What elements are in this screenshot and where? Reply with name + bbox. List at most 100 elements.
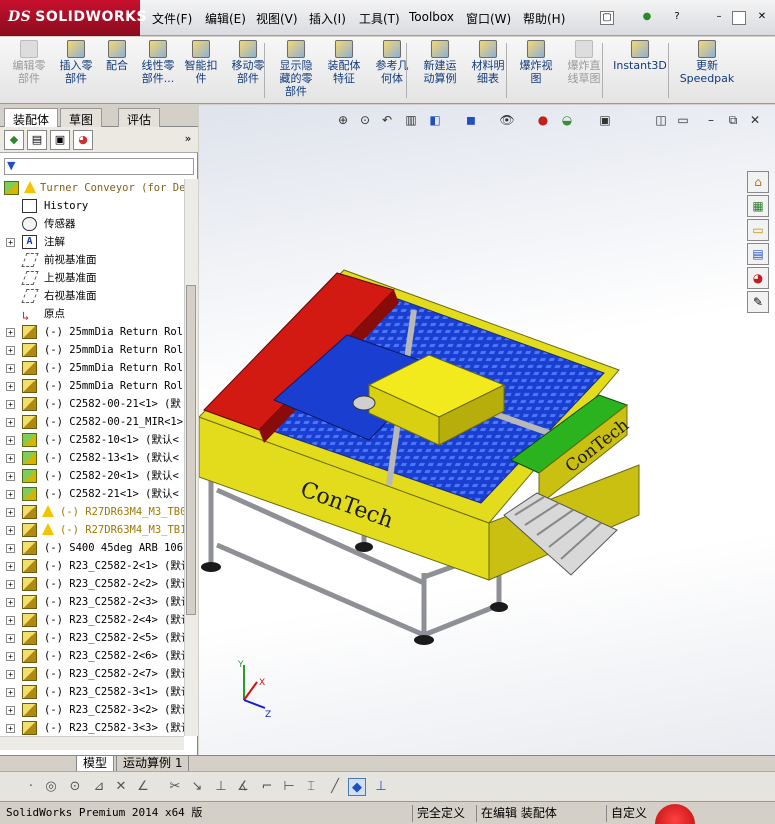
- tree-node[interactable]: + (-) R23_C2582-2<5> (默认: [0, 629, 184, 647]
- expand-toggle-icon[interactable]: +: [6, 526, 15, 535]
- expand-toggle-icon[interactable]: +: [6, 652, 15, 661]
- tree-node[interactable]: + (-) R23_C2582-2<3> (默认: [0, 593, 184, 611]
- tree-node[interactable]: + (-) R23_C2582-2<4> (默认: [0, 611, 184, 629]
- expand-toggle-icon[interactable]: +: [6, 364, 15, 373]
- point-icon[interactable]: ·: [22, 778, 40, 796]
- tree-node[interactable]: + (-) R23_C2582-3<1> (默认: [0, 683, 184, 701]
- menu-item[interactable]: 文件(F): [152, 10, 192, 27]
- shaded-cube-icon[interactable]: ◆: [348, 778, 366, 796]
- tree-node[interactable]: + (-) C2582-00-21<1> (默: [0, 395, 184, 413]
- ribbon-button[interactable]: 显示隐 藏的零 部件: [274, 39, 318, 101]
- tree-node[interactable]: + (-) R23_C2582-3<3> (默认: [0, 719, 184, 736]
- tree-node[interactable]: + (-) 25mmDia Return Roll: [0, 359, 184, 377]
- corner-icon[interactable]: ⌐: [258, 778, 276, 796]
- expand-toggle-icon[interactable]: +: [6, 436, 15, 445]
- expand-toggle-icon[interactable]: +: [6, 328, 15, 337]
- help-icon[interactable]: ?: [670, 11, 684, 25]
- display-manager-icon[interactable]: ◕: [73, 130, 93, 150]
- new-document-icon[interactable]: ▢: [600, 11, 614, 25]
- expand-toggle-icon[interactable]: +: [6, 616, 15, 625]
- line-icon[interactable]: ╱: [326, 778, 344, 796]
- expand-toggle-icon[interactable]: +: [6, 490, 15, 499]
- tree-node[interactable]: + (-) R23_C2582-2<7> (默认: [0, 665, 184, 683]
- tree-node[interactable]: + (-) C2582-00-21_MIR<1>: [0, 413, 184, 431]
- ribbon-button[interactable]: 爆炸视 图: [516, 39, 556, 101]
- status-custom-units[interactable]: 自定义: [606, 805, 651, 822]
- ribbon-button[interactable]: 爆炸直 线草图: [561, 39, 607, 101]
- panel-tab[interactable]: 草图: [60, 108, 103, 127]
- minimize-icon[interactable]: –: [712, 11, 726, 25]
- expand-panel-icon[interactable]: »: [178, 130, 198, 150]
- expand-toggle-icon[interactable]: +: [6, 598, 15, 607]
- panel-tab[interactable]: 评估: [118, 108, 161, 127]
- bottom-tab[interactable]: 模型: [76, 756, 115, 772]
- expand-toggle-icon[interactable]: +: [6, 724, 15, 733]
- horizontal-icon[interactable]: ⌶: [302, 778, 320, 796]
- tree-node[interactable]: + (-) 25mmDia Return Roll: [0, 341, 184, 359]
- tree-scroll-thumb[interactable]: [186, 285, 196, 615]
- tree-node[interactable]: + (-) R23_C2582-2<2> (默认: [0, 575, 184, 593]
- tree-node[interactable]: + (-) C2582-10<1> (默认<: [0, 431, 184, 449]
- expand-toggle-icon[interactable]: +: [6, 508, 15, 517]
- rebuild-icon[interactable]: ●: [640, 11, 654, 25]
- tree-node[interactable]: + (-) C2582-13<1> (默认<: [0, 449, 184, 467]
- menu-item[interactable]: 插入(I): [309, 10, 346, 27]
- expand-toggle-icon[interactable]: +: [6, 688, 15, 697]
- expand-toggle-icon[interactable]: +: [6, 706, 15, 715]
- tree-node[interactable]: + (-) R23_C2582-2<1> (默认: [0, 557, 184, 575]
- tree-node[interactable]: + (-) R27DR63M4_M3_TB1: [0, 521, 184, 539]
- tree-node[interactable]: + (-) C2582-21<1> (默认<: [0, 485, 184, 503]
- tree-horizontal-scrollbar[interactable]: [0, 736, 184, 750]
- tree-node[interactable]: + (-) R27DR63M4_M3_TB0: [0, 503, 184, 521]
- menu-item[interactable]: 窗口(W): [466, 10, 511, 27]
- tree-node[interactable]: Turner Conveyor (for Der: [0, 179, 184, 197]
- rebuild-status-icon[interactable]: [655, 804, 695, 824]
- mirror-icon[interactable]: ⊥: [212, 778, 230, 796]
- normal-to-icon[interactable]: ⊥: [372, 778, 390, 796]
- extend-icon[interactable]: ↘: [188, 778, 206, 796]
- ribbon-button[interactable]: Instant3D: [610, 39, 670, 101]
- angle-icon[interactable]: ∡: [234, 778, 252, 796]
- close-icon[interactable]: ✕: [755, 11, 769, 25]
- tree-filter-input[interactable]: ▼: [4, 158, 194, 175]
- panel-tab[interactable]: 装配体: [4, 108, 59, 128]
- expand-toggle-icon[interactable]: +: [6, 472, 15, 481]
- expand-toggle-icon[interactable]: +: [6, 562, 15, 571]
- tree-node[interactable]: 右视基准面: [0, 287, 184, 305]
- tree-node[interactable]: 传感器: [0, 215, 184, 233]
- tree-node[interactable]: 前视基准面: [0, 251, 184, 269]
- expand-toggle-icon[interactable]: +: [6, 382, 15, 391]
- perpendicular-icon[interactable]: ∠: [134, 778, 152, 796]
- ribbon-button[interactable]: 智能扣 件: [180, 39, 222, 101]
- midpoint-icon[interactable]: ⊙: [66, 778, 84, 796]
- expand-toggle-icon[interactable]: +: [6, 400, 15, 409]
- tree-node[interactable]: History: [0, 197, 184, 215]
- ribbon-button[interactable]: 材料明 细表: [466, 39, 510, 101]
- trim-icon[interactable]: ✂: [166, 778, 184, 796]
- restore-icon[interactable]: [732, 11, 746, 25]
- ribbon-button[interactable]: 编辑零 部件: [6, 39, 52, 101]
- bottom-tab[interactable]: 运动算例 1: [116, 756, 190, 772]
- menu-item[interactable]: 编辑(E): [205, 10, 246, 27]
- ribbon-button[interactable]: 线性零 部件...: [138, 39, 178, 101]
- expand-toggle-icon[interactable]: +: [6, 454, 15, 463]
- ribbon-button[interactable]: 装配体 特征: [322, 39, 366, 101]
- menu-item[interactable]: 视图(V): [256, 10, 298, 27]
- tree-node[interactable]: ↳ 原点: [0, 305, 184, 323]
- menu-item[interactable]: Toolbox: [409, 10, 454, 24]
- tree-node[interactable]: + A 注解: [0, 233, 184, 251]
- property-manager-icon[interactable]: ▤: [27, 130, 47, 150]
- tree-node[interactable]: 上视基准面: [0, 269, 184, 287]
- solidworks-logo[interactable]: DS SOLIDWORKS: [0, 0, 147, 36]
- menu-item[interactable]: 工具(T): [359, 10, 400, 27]
- menu-item[interactable]: 帮助(H): [523, 10, 565, 27]
- expand-toggle-icon[interactable]: +: [6, 580, 15, 589]
- tangent-icon[interactable]: ⊿: [90, 778, 108, 796]
- circle-icon[interactable]: ◎: [42, 778, 60, 796]
- expand-toggle-icon[interactable]: +: [6, 418, 15, 427]
- tree-node[interactable]: + (-) C2582-20<1> (默认<: [0, 467, 184, 485]
- feature-manager-icon[interactable]: ◆: [4, 130, 24, 150]
- ribbon-button[interactable]: 新建运 动算例: [416, 39, 464, 101]
- expand-toggle-icon[interactable]: +: [6, 238, 15, 247]
- graphics-area[interactable]: ⊕ ⊙ ↶ ▥ ◧ ◼ 👁 ● ◒ ▣ ◫ ▭ – ⧉ ✕ ⌂ ▦ ▭ ▤ ◕ …: [199, 105, 775, 755]
